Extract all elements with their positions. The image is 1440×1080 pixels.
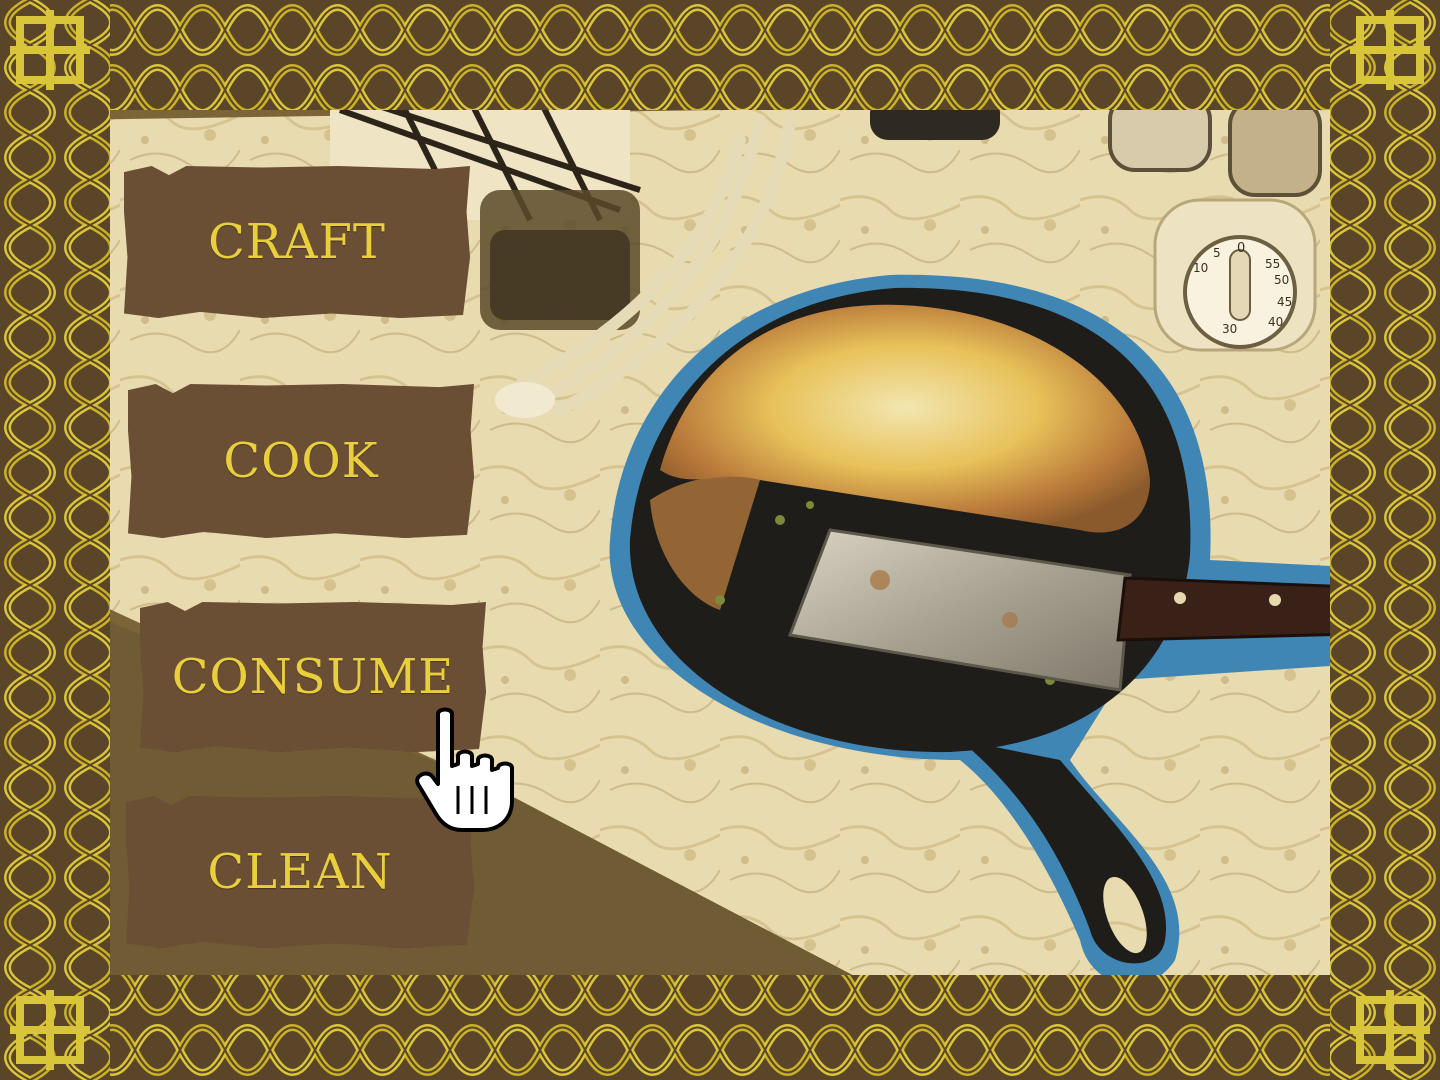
timer-dial-55: 55 — [1265, 257, 1280, 271]
onion-bulbs — [495, 382, 555, 418]
clean-button[interactable]: CLEAN — [126, 796, 474, 948]
consume-button-label: CONSUME — [171, 649, 455, 705]
pepper-shaker — [1228, 98, 1322, 197]
kitchen-timer: 0 5 10 50 55 45 40 30 — [1153, 198, 1317, 352]
craft-button[interactable]: CRAFT — [124, 166, 470, 318]
timer-dial-5: 5 — [1213, 246, 1221, 260]
timer-dial-0: 0 — [1237, 241, 1245, 256]
game-screen: 0 5 10 50 55 45 40 30 CRAFT COOK CONSUME… — [0, 0, 1440, 1080]
cook-button[interactable]: COOK — [128, 384, 474, 538]
cook-button-label: COOK — [223, 433, 379, 489]
consume-button[interactable]: CONSUME — [140, 602, 486, 752]
timer-dial-10: 10 — [1193, 261, 1208, 275]
timer-dial-50: 50 — [1274, 273, 1289, 287]
timer-dial-45: 45 — [1277, 295, 1292, 309]
craft-button-label: CRAFT — [208, 214, 386, 270]
timer-dial-40: 40 — [1268, 315, 1283, 329]
clean-button-label: CLEAN — [207, 844, 393, 900]
timer-dial-30: 30 — [1222, 322, 1237, 336]
